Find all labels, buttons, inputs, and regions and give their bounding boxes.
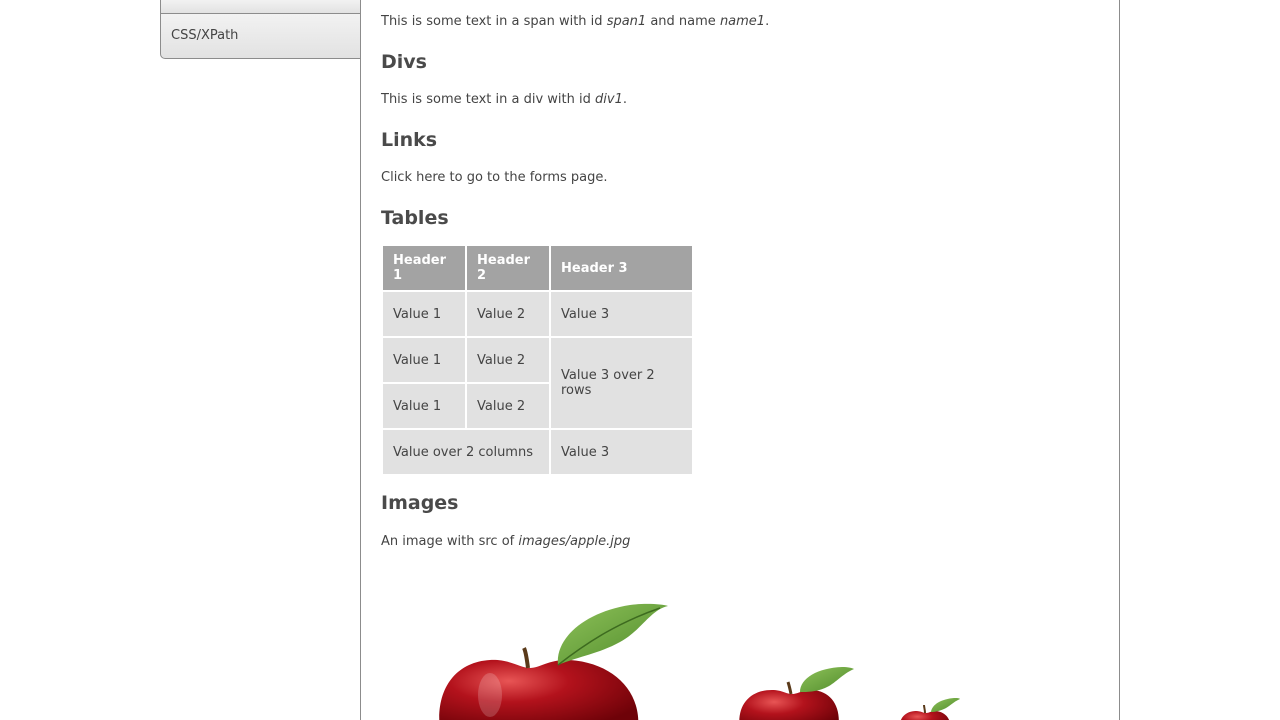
- div-text-end: .: [622, 92, 627, 107]
- span-text-end: .: [765, 14, 770, 29]
- sidebar-item-css-xpath[interactable]: CSS/XPath: [160, 14, 361, 59]
- table-cell: Value 3: [551, 430, 692, 474]
- span-text-before: This is some text in a span with id: [381, 14, 607, 29]
- apple-large: [439, 603, 668, 720]
- images-heading: Images: [381, 492, 459, 514]
- table-cell: Value 3: [551, 292, 692, 336]
- span-id: span1: [606, 14, 647, 29]
- table-cell: Value 2: [467, 384, 549, 428]
- table-row: Value over 2 columns Value 3: [383, 430, 692, 474]
- table-cell: Value 1: [383, 338, 465, 382]
- table-header-3: Header 3: [551, 246, 692, 290]
- table-cell: Value 1: [383, 292, 465, 336]
- apple-medium: [739, 667, 854, 720]
- data-table: Header 1 Header 2 Header 3 Value 1 Value…: [381, 244, 694, 476]
- sidebar-item-previous[interactable]: [160, 0, 361, 14]
- table-cell: Value 2: [467, 292, 549, 336]
- table-header-row: Header 1 Header 2 Header 3: [383, 246, 692, 290]
- links-heading: Links: [381, 129, 438, 151]
- div-id: div1: [595, 92, 623, 107]
- table-cell: Value 2: [467, 338, 549, 382]
- table-row: Value 1 Value 2 Value 3 over 2 rows: [383, 338, 692, 428]
- image-src: images/apple.jpg: [518, 534, 631, 549]
- image-paragraph: An image with src of images/apple.jpg: [381, 534, 630, 550]
- table-header-1: Header 1: [383, 246, 465, 290]
- forms-link[interactable]: Click here to go to the forms page.: [381, 170, 608, 186]
- sidebar: CSS/XPath: [160, 0, 361, 59]
- image-text-before: An image with src of: [381, 534, 519, 549]
- tables-heading: Tables: [381, 207, 449, 229]
- table-cell-colspan: Value over 2 columns: [383, 430, 549, 474]
- table-header-2: Header 2: [467, 246, 549, 290]
- div-paragraph: This is some text in a div with id div1.: [381, 92, 627, 108]
- divs-heading: Divs: [381, 51, 427, 73]
- apple-image: [439, 603, 960, 720]
- table-row: Value 1 Value 2 Value 3: [383, 292, 692, 336]
- div-text-before: This is some text in a div with id: [381, 92, 596, 107]
- page: CSS/XPath This is some text in a span wi…: [0, 0, 1280, 720]
- table-cell: Value 1: [383, 384, 465, 428]
- span-paragraph: This is some text in a span with id span…: [381, 14, 769, 30]
- apple-small: [901, 698, 960, 720]
- span-name: name1: [719, 14, 766, 29]
- table-cell-rowspan: Value 3 over 2 rows: [551, 338, 692, 428]
- span-text-mid: and name: [646, 14, 720, 29]
